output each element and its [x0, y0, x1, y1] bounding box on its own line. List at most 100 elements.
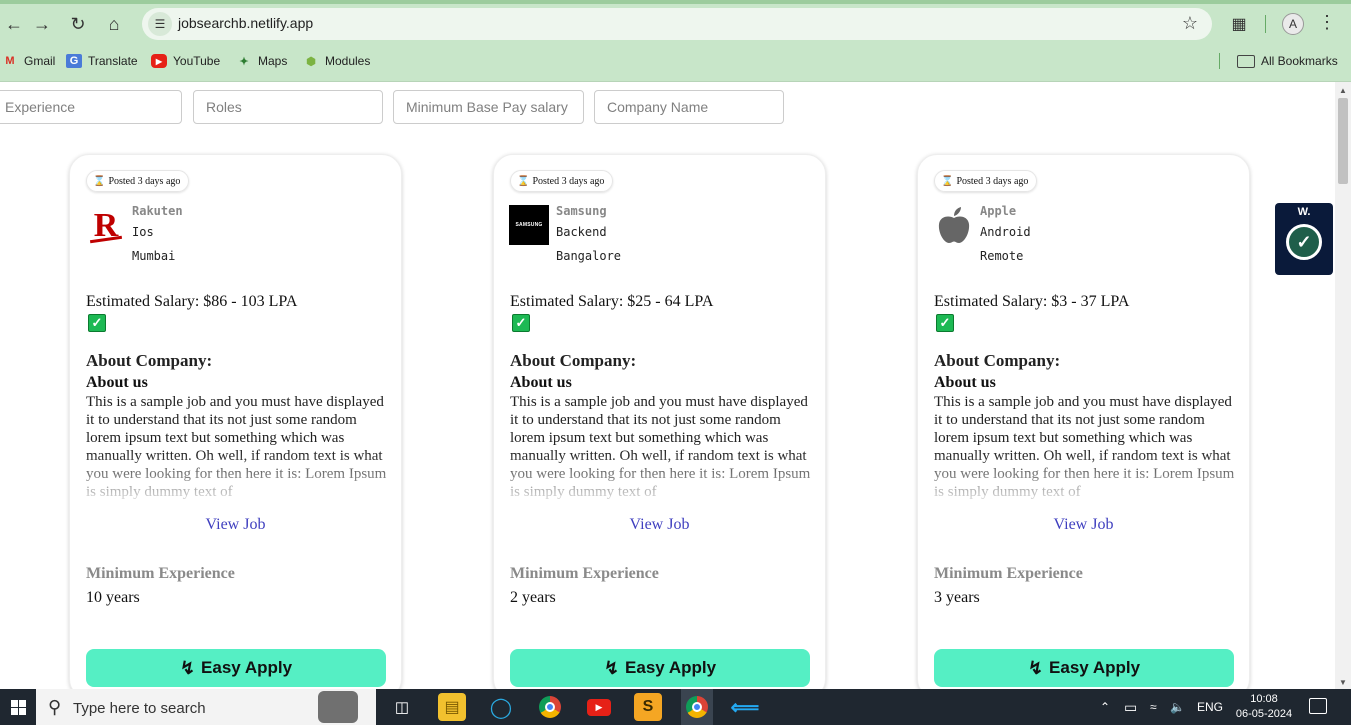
easy-apply-label: Easy Apply	[625, 658, 717, 677]
reload-icon[interactable]: ↻	[64, 10, 92, 38]
apple-logo	[933, 205, 975, 247]
about-text: This is a sample job and you must have d…	[86, 394, 387, 500]
about-us-heading: About us	[86, 374, 148, 391]
gmail-icon: M	[5, 55, 15, 67]
posted-text: Posted 3 days ago	[108, 175, 181, 187]
lightning-icon: ↯	[1027, 657, 1044, 678]
posted-badge: ⌛ Posted 3 days ago	[934, 170, 1038, 192]
clock-time: 10:08	[1250, 693, 1278, 705]
job-location: Bangalore	[556, 249, 622, 263]
profile-avatar[interactable]: A	[1282, 13, 1304, 35]
volume-icon[interactable]: 🔈	[1170, 689, 1185, 725]
about-text: This is a sample job and you must have d…	[934, 394, 1235, 500]
apple-logo-shape	[938, 207, 970, 243]
posted-text: Posted 3 days ago	[532, 175, 605, 187]
about-us-heading: About us	[934, 374, 996, 391]
bookmark-label: YouTube	[173, 54, 221, 68]
bookmark-modules[interactable]: ⬢ Modules	[303, 50, 370, 72]
min-experience-label: Minimum Experience	[510, 565, 659, 582]
experience-filter[interactable]: Experience	[0, 90, 182, 124]
hourglass-icon: ⌛	[517, 175, 530, 187]
company-name-filter[interactable]: Company Name	[594, 90, 784, 124]
chrome-icon[interactable]	[536, 693, 564, 721]
clock[interactable]: 10:08 06-05-2024	[1232, 692, 1296, 722]
bookmarks-bar: M Gmail G Translate ▶ YouTube ✦ Maps ⬢ M…	[0, 50, 1351, 72]
check-circle-icon[interactable]: ✓	[1286, 224, 1322, 260]
back-icon[interactable]: ←	[0, 10, 28, 38]
min-base-pay-filter[interactable]: Minimum Base Pay salary	[393, 90, 584, 124]
view-job-link[interactable]: View Job	[70, 516, 401, 534]
company-name: Rakuten	[132, 204, 183, 218]
easy-apply-button[interactable]: ↯ Easy Apply	[934, 649, 1234, 687]
samsung-logo-text: SAMSUNG	[515, 222, 543, 228]
hourglass-icon: ⌛	[941, 175, 954, 187]
posted-text: Posted 3 days ago	[956, 175, 1029, 187]
language-indicator[interactable]: ENG	[1197, 689, 1223, 725]
battery-icon[interactable]: ▭	[1124, 689, 1137, 725]
youtube-app-icon[interactable]: ▶	[585, 693, 613, 721]
about-company-heading: About Company:	[86, 351, 213, 370]
forward-icon[interactable]: →	[28, 10, 56, 38]
job-location: Remote	[980, 249, 1024, 263]
roles-filter[interactable]: Roles	[193, 90, 383, 124]
bookmark-label: Maps	[258, 54, 288, 68]
job-meta: Samsung Backend Bangalore	[556, 202, 621, 268]
clock-date: 06-05-2024	[1235, 708, 1293, 720]
scroll-down-icon[interactable]: ▼	[1339, 678, 1347, 687]
file-explorer-icon[interactable]: ▤	[438, 693, 466, 721]
bookmark-label: Translate	[88, 54, 138, 68]
all-bookmarks-label: All Bookmarks	[1261, 54, 1338, 68]
menu-icon[interactable]: ⋮	[1318, 12, 1336, 33]
view-job-link[interactable]: View Job	[494, 516, 825, 534]
search-icon: ⚲	[48, 697, 62, 717]
scroll-thumb[interactable]	[1338, 98, 1348, 184]
site-info-icon[interactable]: ☰	[148, 12, 172, 36]
folder-icon	[1237, 54, 1255, 68]
taskbar-search[interactable]: ⚲ Type here to search	[36, 689, 376, 725]
posted-badge: ⌛ Posted 3 days ago	[510, 170, 614, 192]
sublime-icon[interactable]: S	[634, 693, 662, 721]
job-card: ⌛ Posted 3 days ago SAMSUNG Samsung Back…	[493, 154, 826, 699]
hourglass-icon: ⌛	[93, 175, 106, 187]
task-view-icon[interactable]: ◫	[388, 693, 416, 721]
chrome-profile-icon[interactable]	[683, 693, 711, 721]
bookmark-gmail[interactable]: M Gmail	[2, 50, 55, 72]
job-card: ⌛ Posted 3 days ago R Rakuten Ios Mumbai…	[69, 154, 402, 699]
job-role: Android	[980, 225, 1031, 239]
maps-icon: ✦	[239, 55, 249, 68]
bookmark-youtube[interactable]: ▶ YouTube	[151, 50, 220, 72]
bookmark-label: Gmail	[24, 54, 56, 68]
scroll-up-icon[interactable]: ▲	[1339, 86, 1347, 95]
edge-icon[interactable]: ◯	[487, 693, 515, 721]
vscode-icon[interactable]: ⟸	[731, 693, 760, 721]
job-meta: Rakuten Ios Mumbai	[132, 202, 183, 268]
samsung-logo: SAMSUNG	[509, 205, 549, 245]
bookmark-maps[interactable]: ✦ Maps	[236, 50, 287, 72]
posted-badge: ⌛ Posted 3 days ago	[86, 170, 190, 192]
job-meta: Apple Android Remote	[980, 202, 1031, 268]
page-scrollbar[interactable]: ▲ ▼	[1335, 82, 1351, 689]
bookmark-translate[interactable]: G Translate	[66, 50, 138, 72]
bookmark-label: Modules	[325, 54, 371, 68]
easy-apply-button[interactable]: ↯ Easy Apply	[510, 649, 810, 687]
start-button[interactable]	[0, 689, 36, 725]
view-job-link[interactable]: View Job	[918, 516, 1249, 534]
notifications-icon[interactable]	[1309, 698, 1327, 714]
url-text[interactable]: jobsearchb.netlify.app	[178, 15, 313, 31]
checkmark-icon: ✓	[88, 314, 106, 332]
tray-chevron-icon[interactable]: ⌃	[1100, 689, 1110, 725]
job-location: Mumbai	[132, 249, 176, 263]
browser-toolbar: ← → ↻ ⌂ ☰ jobsearchb.netlify.app ☆ ▦ A ⋮…	[0, 0, 1351, 82]
extensions-icon[interactable]: ▦	[1228, 13, 1250, 35]
min-experience-value: 10 years	[86, 589, 140, 606]
floating-widget[interactable]: W. ✓	[1275, 203, 1333, 275]
search-placeholder[interactable]: Type here to search	[73, 700, 206, 717]
all-bookmarks-button[interactable]: All Bookmarks	[1237, 50, 1338, 72]
home-icon[interactable]: ⌂	[100, 10, 128, 38]
easy-apply-button[interactable]: ↯ Easy Apply	[86, 649, 386, 687]
estimated-salary: Estimated Salary: $3 - 37 LPA	[934, 293, 1130, 310]
address-bar[interactable]: ☰ jobsearchb.netlify.app ☆	[142, 8, 1212, 40]
bookmark-star-icon[interactable]: ☆	[1182, 13, 1198, 34]
wifi-icon[interactable]: ≈	[1150, 689, 1157, 725]
about-company-heading: About Company:	[934, 351, 1061, 370]
